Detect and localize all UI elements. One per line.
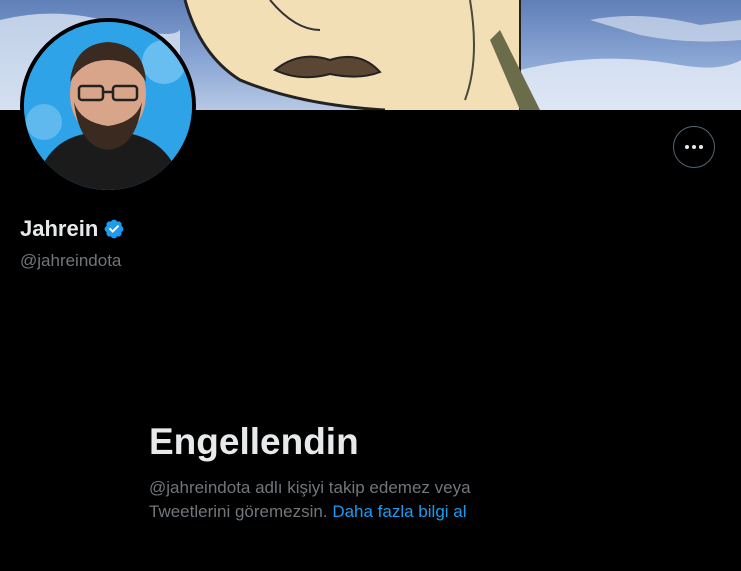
more-horizontal-icon bbox=[684, 145, 705, 149]
verified-badge-icon[interactable] bbox=[103, 218, 125, 240]
profile-name-row: Jahrein bbox=[20, 216, 125, 242]
blocked-title: Engellendin bbox=[149, 421, 359, 462]
profile-handle: @jahreindota bbox=[20, 251, 122, 270]
more-options-button[interactable] bbox=[673, 126, 715, 168]
avatar-photo bbox=[24, 22, 192, 190]
profile-name: Jahrein bbox=[20, 216, 99, 241]
blocked-message: @jahreindota adlı kişiyi takip edemez ve… bbox=[149, 476, 549, 524]
learn-more-link[interactable]: Daha fazla bilgi al bbox=[332, 502, 466, 521]
avatar[interactable] bbox=[24, 22, 192, 190]
profile-avatar-frame[interactable] bbox=[20, 18, 196, 194]
blocked-notice: Engellendin @jahreindota adlı kişiyi tak… bbox=[149, 420, 549, 524]
